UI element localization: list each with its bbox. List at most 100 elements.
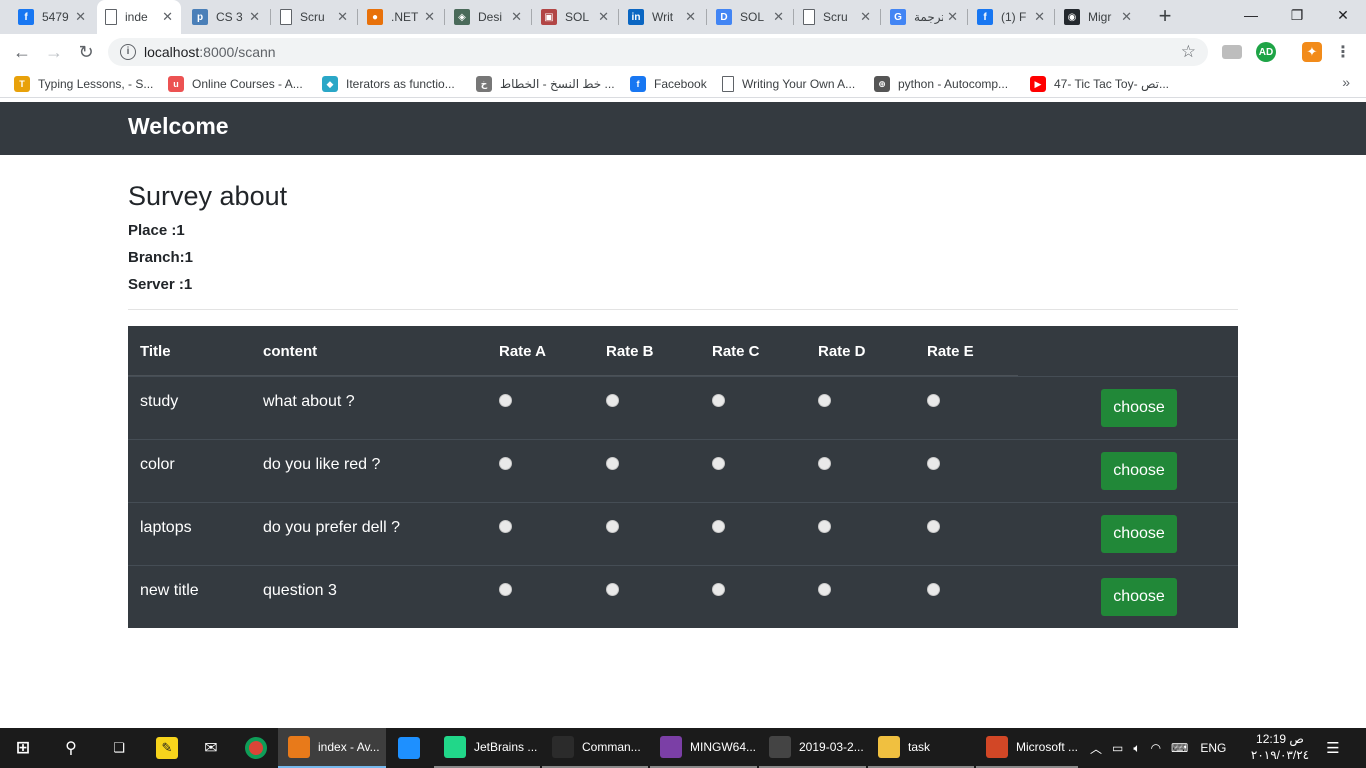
rate-a-radio[interactable]	[499, 394, 512, 407]
close-tab-icon[interactable]: ✕	[162, 9, 173, 25]
page-title: Survey about	[128, 181, 288, 211]
taskbar-app-folder[interactable]: task	[868, 728, 974, 768]
rate-b-radio[interactable]	[606, 520, 619, 533]
browser-tab[interactable]: G ترجمة ✕	[882, 0, 966, 34]
close-tab-icon[interactable]: ✕	[424, 9, 435, 25]
choose-button[interactable]: choose	[1101, 515, 1177, 553]
forward-button[interactable]: →	[40, 38, 68, 66]
browser-tab[interactable]: in Writ ✕	[620, 0, 704, 34]
taskbar-app-powerpoint[interactable]: Microsoft ...	[976, 728, 1078, 768]
bookmark-item[interactable]: T Typing Lessons, - S...	[14, 75, 153, 93]
rate-e-radio[interactable]	[927, 520, 940, 533]
close-tab-icon[interactable]: ✕	[249, 9, 260, 25]
taskbar-app-edge[interactable]	[388, 728, 432, 768]
browser-tab[interactable]: inde ✕	[97, 0, 181, 34]
bookmark-star-icon[interactable]: ☆	[1181, 42, 1196, 62]
rate-b-radio[interactable]	[606, 394, 619, 407]
mail-button[interactable]: ✉	[200, 728, 222, 768]
taskbar-app-photos[interactable]: 2019-03-2...	[759, 728, 866, 768]
window-close-button[interactable]: ✕	[1320, 0, 1366, 30]
avast-extension-icon[interactable]: ✦	[1302, 42, 1322, 62]
browser-tab[interactable]: f (1) F ✕	[969, 0, 1053, 34]
close-tab-icon[interactable]: ✕	[1034, 9, 1045, 25]
keyboard-icon[interactable]: ⌨	[1171, 741, 1188, 755]
menu-kebab-icon[interactable]: ⋮	[1333, 42, 1353, 62]
rate-a-radio[interactable]	[499, 520, 512, 533]
close-tab-icon[interactable]: ✕	[75, 9, 86, 25]
clock[interactable]: 12:19 ص ٢٠١٩/٠٣/٢٤	[1250, 731, 1310, 763]
rate-c-radio[interactable]	[712, 394, 725, 407]
bookmark-item[interactable]: ◆ Iterators as functio...	[322, 75, 455, 93]
info-icon[interactable]: i	[120, 44, 136, 60]
window-minimize-button[interactable]: —	[1228, 0, 1274, 30]
rate-e-radio[interactable]	[927, 583, 940, 596]
new-tab-button[interactable]: +	[1152, 4, 1178, 30]
bookmark-item[interactable]: خ خط النسخ - الخطاط ...	[476, 75, 615, 93]
browser-tab[interactable]: ● .NET ✕	[359, 0, 443, 34]
back-button[interactable]: ←	[8, 38, 36, 66]
task-view-button[interactable]: ❏	[108, 728, 130, 768]
action-center-button[interactable]: ☰	[1322, 728, 1344, 768]
close-tab-icon[interactable]: ✕	[511, 9, 522, 25]
close-tab-icon[interactable]: ✕	[773, 9, 784, 25]
bookmarks-overflow-icon[interactable]: »	[1342, 74, 1350, 90]
browser-tab[interactable]: ▣ SOL ✕	[533, 0, 617, 34]
rate-a-radio[interactable]	[499, 583, 512, 596]
language-indicator[interactable]: ENG	[1200, 741, 1226, 755]
rate-b-radio[interactable]	[606, 583, 619, 596]
bookmark-item[interactable]: ⊕ python - Autocomp...	[874, 75, 1008, 93]
rate-e-radio[interactable]	[927, 394, 940, 407]
volume-icon[interactable]: 🔈︎	[1133, 741, 1140, 756]
close-tab-icon[interactable]: ✕	[1121, 9, 1132, 25]
window-restore-button[interactable]: ❐	[1274, 0, 1320, 30]
rate-c-radio[interactable]	[712, 520, 725, 533]
start-button[interactable]: ⊞	[12, 728, 34, 768]
choose-button[interactable]: choose	[1101, 389, 1177, 427]
rate-e-radio[interactable]	[927, 457, 940, 470]
address-bar[interactable]: i localhost:8000/scann ☆	[108, 38, 1208, 66]
search-button[interactable]: ⚲	[60, 728, 82, 768]
taskbar-app-avast-browser[interactable]: index - Av...	[278, 728, 386, 768]
chrome-button[interactable]	[245, 728, 267, 768]
tray-overflow-icon[interactable]: ︿	[1090, 740, 1102, 757]
choose-button[interactable]: choose	[1101, 578, 1177, 616]
browser-tab[interactable]: f 5479 ✕	[10, 0, 94, 34]
browser-tab[interactable]: Scru ✕	[795, 0, 879, 34]
rate-d-radio[interactable]	[818, 520, 831, 533]
browser-tab[interactable]: D SOL ✕	[708, 0, 792, 34]
close-tab-icon[interactable]: ✕	[685, 9, 696, 25]
close-tab-icon[interactable]: ✕	[337, 9, 348, 25]
rate-c-radio[interactable]	[712, 457, 725, 470]
bookmark-item[interactable]: ▶ 47- Tic Tac Toy- تص...	[1030, 75, 1169, 93]
rate-d-radio[interactable]	[818, 583, 831, 596]
taskbar-app-git[interactable]: MINGW64...	[650, 728, 757, 768]
taskbar-app-label: index - Av...	[318, 740, 380, 754]
tab-separator	[1054, 9, 1055, 25]
choose-button[interactable]: choose	[1101, 452, 1177, 490]
rate-a-radio[interactable]	[499, 457, 512, 470]
reload-button[interactable]: ↻	[72, 38, 100, 66]
profile-avatar[interactable]: AD	[1256, 42, 1276, 62]
camera-blocked-icon[interactable]	[1222, 45, 1242, 59]
battery-icon[interactable]: ▭	[1112, 741, 1123, 755]
close-tab-icon[interactable]: ✕	[598, 9, 609, 25]
navbar-brand[interactable]: Welcome	[128, 113, 229, 140]
rate-b-radio[interactable]	[606, 457, 619, 470]
browser-tab[interactable]: p CS 3 ✕	[184, 0, 268, 34]
browser-tab[interactable]: Scru ✕	[272, 0, 356, 34]
bookmark-label: Iterators as functio...	[346, 77, 455, 91]
taskbar-app-cmd[interactable]: Comman...	[542, 728, 648, 768]
close-tab-icon[interactable]: ✕	[860, 9, 871, 25]
bookmark-item[interactable]: Writing Your Own A...	[722, 75, 855, 93]
browser-tab[interactable]: ◉ Migr ✕	[1056, 0, 1140, 34]
browser-tab[interactable]: ◈ Desi ✕	[446, 0, 530, 34]
bookmark-item[interactable]: f Facebook	[630, 75, 707, 93]
taskbar-app-pycharm[interactable]: JetBrains ...	[434, 728, 540, 768]
sticky-notes-button[interactable]: ✎	[156, 728, 178, 768]
rate-d-radio[interactable]	[818, 394, 831, 407]
close-tab-icon[interactable]: ✕	[947, 9, 958, 25]
bookmark-item[interactable]: u Online Courses - A...	[168, 75, 303, 93]
rate-c-radio[interactable]	[712, 583, 725, 596]
rate-d-radio[interactable]	[818, 457, 831, 470]
wifi-icon[interactable]: ◠	[1151, 741, 1161, 755]
